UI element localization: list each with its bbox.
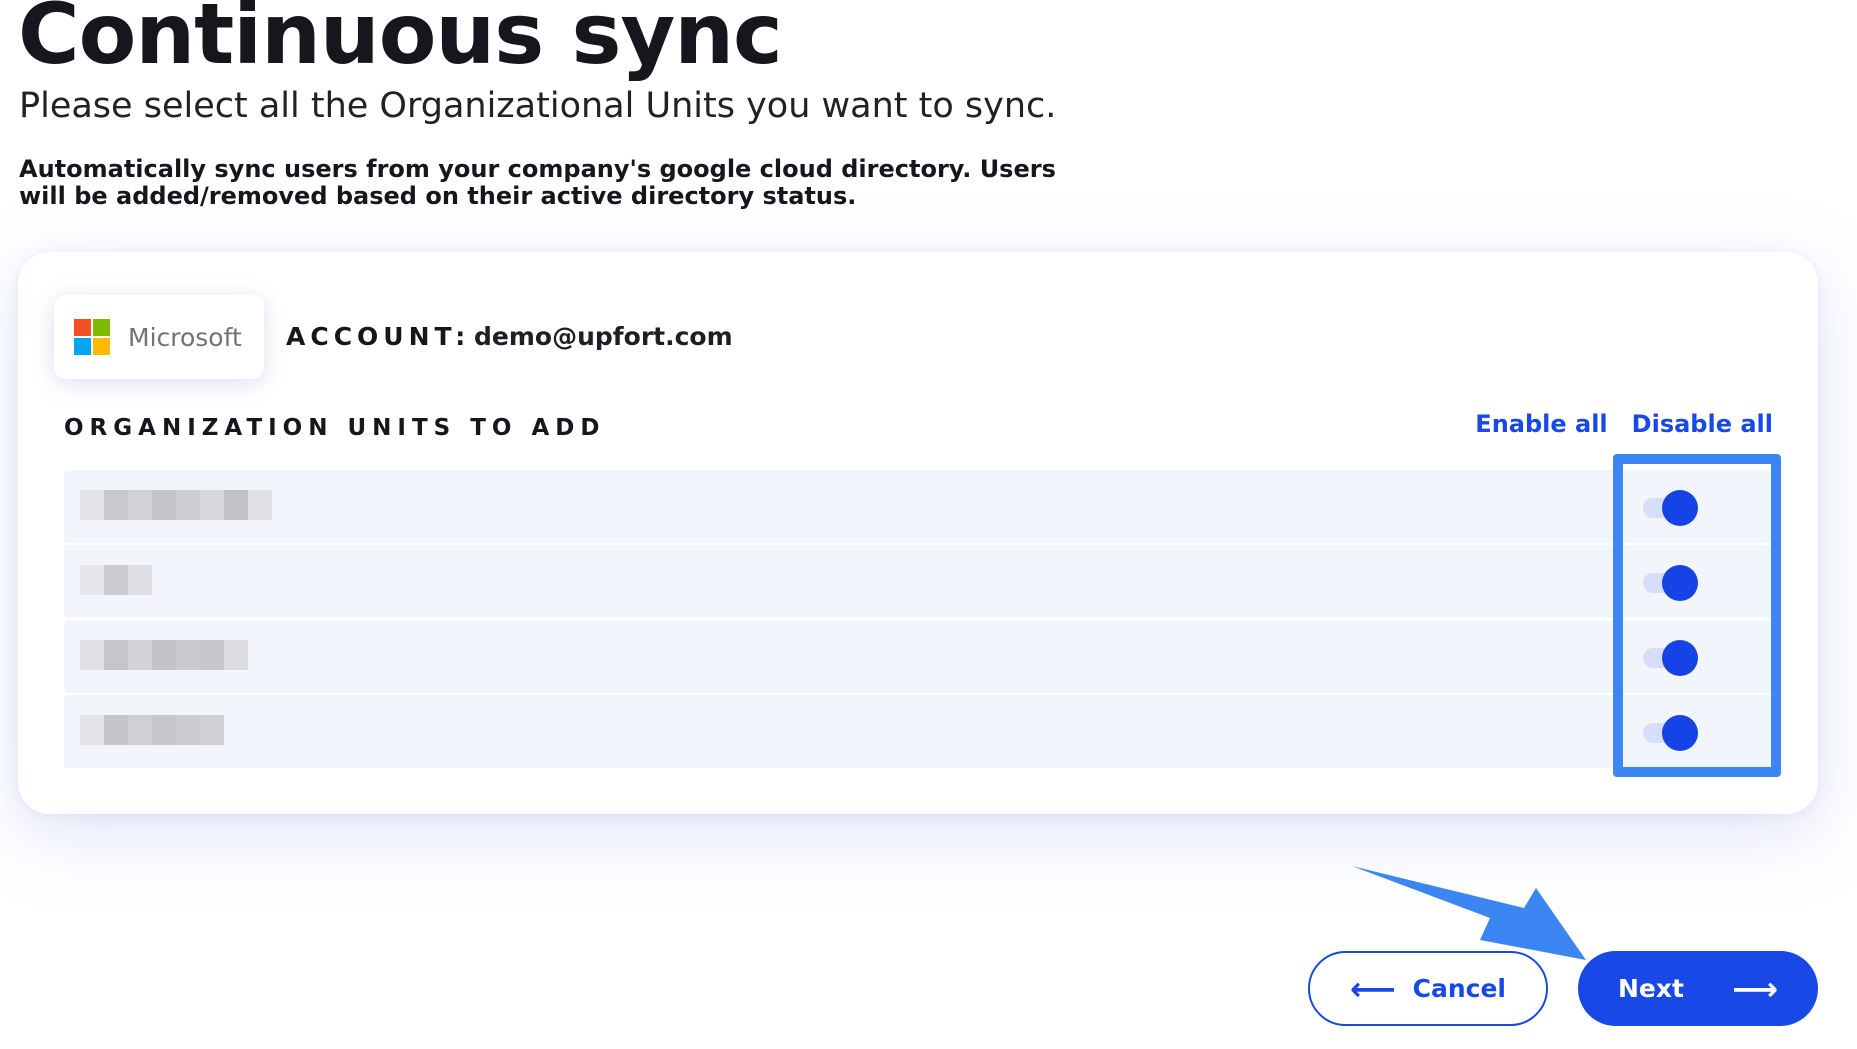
org-unit-toggle[interactable] [1643,565,1699,601]
org-unit-name-redacted [80,565,152,595]
cancel-button[interactable]: ⟵ Cancel [1308,951,1548,1026]
arrow-right-icon: ⟶ [1732,969,1778,1008]
enable-all-link[interactable]: Enable all [1475,410,1607,438]
account-email: demo@upfort.com [474,322,733,351]
org-unit-name-redacted [80,490,272,520]
org-units-heading: ORGANIZATION UNITS TO ADD [64,415,606,441]
page-title: Continuous sync [18,0,783,83]
sync-settings-card: Microsoft ACCOUNT: demo@upfort.com ORGAN… [18,252,1818,814]
account-label: ACCOUNT: [286,322,471,351]
toggle-knob [1662,565,1698,601]
org-unit-row [64,545,1772,618]
page-subtitle: Please select all the Organizational Uni… [19,86,1057,126]
toggle-knob [1662,640,1698,676]
org-unit-toggle[interactable] [1643,715,1699,751]
toggle-knob [1662,490,1698,526]
next-button[interactable]: Next ⟶ [1578,951,1818,1026]
cancel-button-label: Cancel [1412,974,1506,1003]
org-unit-row [64,695,1772,768]
next-button-label: Next [1618,974,1684,1003]
org-unit-row [64,620,1772,693]
pointer-arrow-annotation [1352,866,1586,960]
provider-name: Microsoft [128,322,242,352]
org-unit-toggle[interactable] [1643,640,1699,676]
bulk-actions: Enable all Disable all [1475,410,1773,438]
org-units-list [64,470,1772,770]
org-unit-name-redacted [80,640,248,670]
org-unit-toggle[interactable] [1643,490,1699,526]
provider-badge: Microsoft [54,295,264,379]
arrow-left-icon: ⟵ [1350,969,1396,1008]
microsoft-logo-icon [74,319,110,355]
page-description: Automatically sync users from your compa… [19,155,1056,210]
toggle-knob [1662,715,1698,751]
org-unit-row [64,470,1772,543]
disable-all-link[interactable]: Disable all [1632,410,1773,438]
org-unit-name-redacted [80,715,224,745]
